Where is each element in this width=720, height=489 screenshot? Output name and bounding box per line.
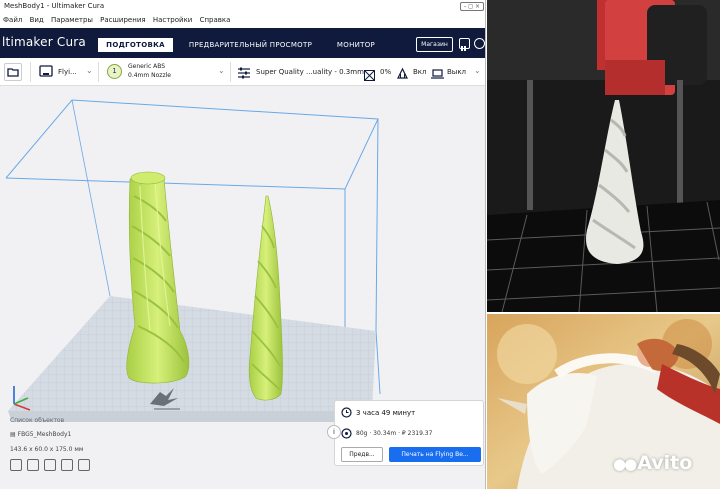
menu-view[interactable]: Вид: [30, 16, 44, 24]
object-list-panel: Список объектов ▤ FBG5_MeshBody1 143.6 x …: [8, 415, 158, 481]
object-icon: ▤: [10, 431, 16, 438]
menu-extensions[interactable]: Расширения: [100, 16, 145, 24]
print-via-button[interactable]: Печать на Flying Be...: [389, 447, 481, 462]
printer-icon: [38, 64, 54, 84]
settings-chevron-down-icon[interactable]: ⌄: [474, 66, 481, 75]
tab-preview[interactable]: ПРЕДВАРИТЕЛЬНЫЙ ПРОСМОТР: [183, 38, 318, 52]
print-profile-selector[interactable]: Super Quality ...uality - 0.3mm: [256, 68, 364, 76]
adhesion-value[interactable]: Выкл: [447, 68, 466, 76]
view-3d-button[interactable]: [10, 459, 22, 471]
settings-sliders-icon: [237, 65, 251, 84]
adhesion-icon: [431, 65, 444, 84]
printer-photo: [487, 0, 720, 312]
menu-settings[interactable]: Параметры: [51, 16, 93, 24]
view-buttons: [10, 459, 90, 473]
view-right-button[interactable]: [78, 459, 90, 471]
info-icon[interactable]: i: [327, 425, 341, 439]
printer-scene-image: [487, 0, 720, 312]
tab-monitor[interactable]: МОНИТОР: [326, 38, 386, 52]
main-toolbar: Flyi... ⌄ 1 Generic ABS 0.4mm Nozzle ⌄ S…: [0, 58, 485, 86]
app-header: ltimaker Cura ПОДГОТОВКА ПРЕДВАРИТЕЛЬНЫЙ…: [0, 28, 485, 58]
account-icon[interactable]: [474, 38, 485, 49]
open-file-button[interactable]: [4, 63, 22, 81]
build-plate-grid: [8, 296, 376, 411]
3d-viewport[interactable]: Список объектов ▤ FBG5_MeshBody1 143.6 x …: [0, 86, 485, 489]
folder-icon: [7, 68, 19, 77]
material-name: Generic ABS: [128, 63, 166, 70]
marketplace-button[interactable]: Магазин: [416, 37, 453, 52]
material-chevron-down-icon[interactable]: ⌄: [218, 66, 225, 75]
menu-preferences[interactable]: Настройки: [153, 16, 193, 24]
avito-watermark-text: Avito: [637, 452, 693, 474]
object-name: FBG5_MeshBody1: [17, 431, 72, 438]
view-left-button[interactable]: [61, 459, 73, 471]
model-slim-spiral[interactable]: [248, 195, 283, 401]
view-front-button[interactable]: [27, 459, 39, 471]
object-list-item[interactable]: ▤ FBG5_MeshBody1: [10, 431, 71, 438]
window-title: MeshBody1 - Ultimaker Cura: [4, 2, 105, 10]
menu-help[interactable]: Справка: [200, 16, 231, 24]
window-controls[interactable]: - ◻ ×: [460, 2, 484, 11]
model-large-spiral[interactable]: [126, 171, 190, 384]
preview-button[interactable]: Предв...: [341, 447, 383, 462]
nozzle-size: 0.4mm Nozzle: [128, 72, 171, 79]
cura-window: MeshBody1 - Ultimaker Cura - ◻ × Файл Ви…: [0, 0, 486, 489]
infill-value[interactable]: 0%: [380, 68, 391, 76]
support-value[interactable]: Вкл: [413, 68, 427, 76]
material-usage: 80g · 30.34m · ₽ 2319.37: [356, 430, 433, 437]
tab-prepare[interactable]: ПОДГОТОВКА: [98, 38, 173, 52]
app-logo: ltimaker Cura: [2, 35, 86, 49]
screenshot-collage: MeshBody1 - Ultimaker Cura - ◻ × Файл Ви…: [0, 0, 720, 489]
avito-watermark: ●● Avito: [613, 452, 692, 474]
print-info-panel: 3 часа 49 минут 80g · 30.34m · ₽ 2319.37…: [327, 400, 484, 466]
avito-logo-icon: ●●: [613, 455, 637, 473]
infill-icon: [364, 66, 375, 85]
extruder-badge: 1: [107, 64, 122, 79]
build-volume-top: [5, 118, 379, 190]
printer-selector[interactable]: Flyi...: [58, 68, 77, 76]
apps-icon[interactable]: [459, 38, 470, 51]
build-volume-edge: [71, 99, 111, 297]
print-time: 3 часа 49 минут: [356, 409, 416, 417]
menu-file[interactable]: Файл: [3, 16, 22, 24]
support-icon: [396, 65, 409, 84]
object-dimensions: 143.6 x 60.0 x 175.0 мм: [10, 446, 84, 453]
window-titlebar: MeshBody1 - Ultimaker Cura - ◻ ×: [0, 0, 485, 12]
menu-bar: Файл Вид Параметры Расширения Настройки …: [0, 12, 485, 28]
printer-chevron-down-icon[interactable]: ⌄: [86, 66, 93, 75]
view-top-button[interactable]: [44, 459, 56, 471]
object-list-title[interactable]: Список объектов: [10, 417, 64, 424]
